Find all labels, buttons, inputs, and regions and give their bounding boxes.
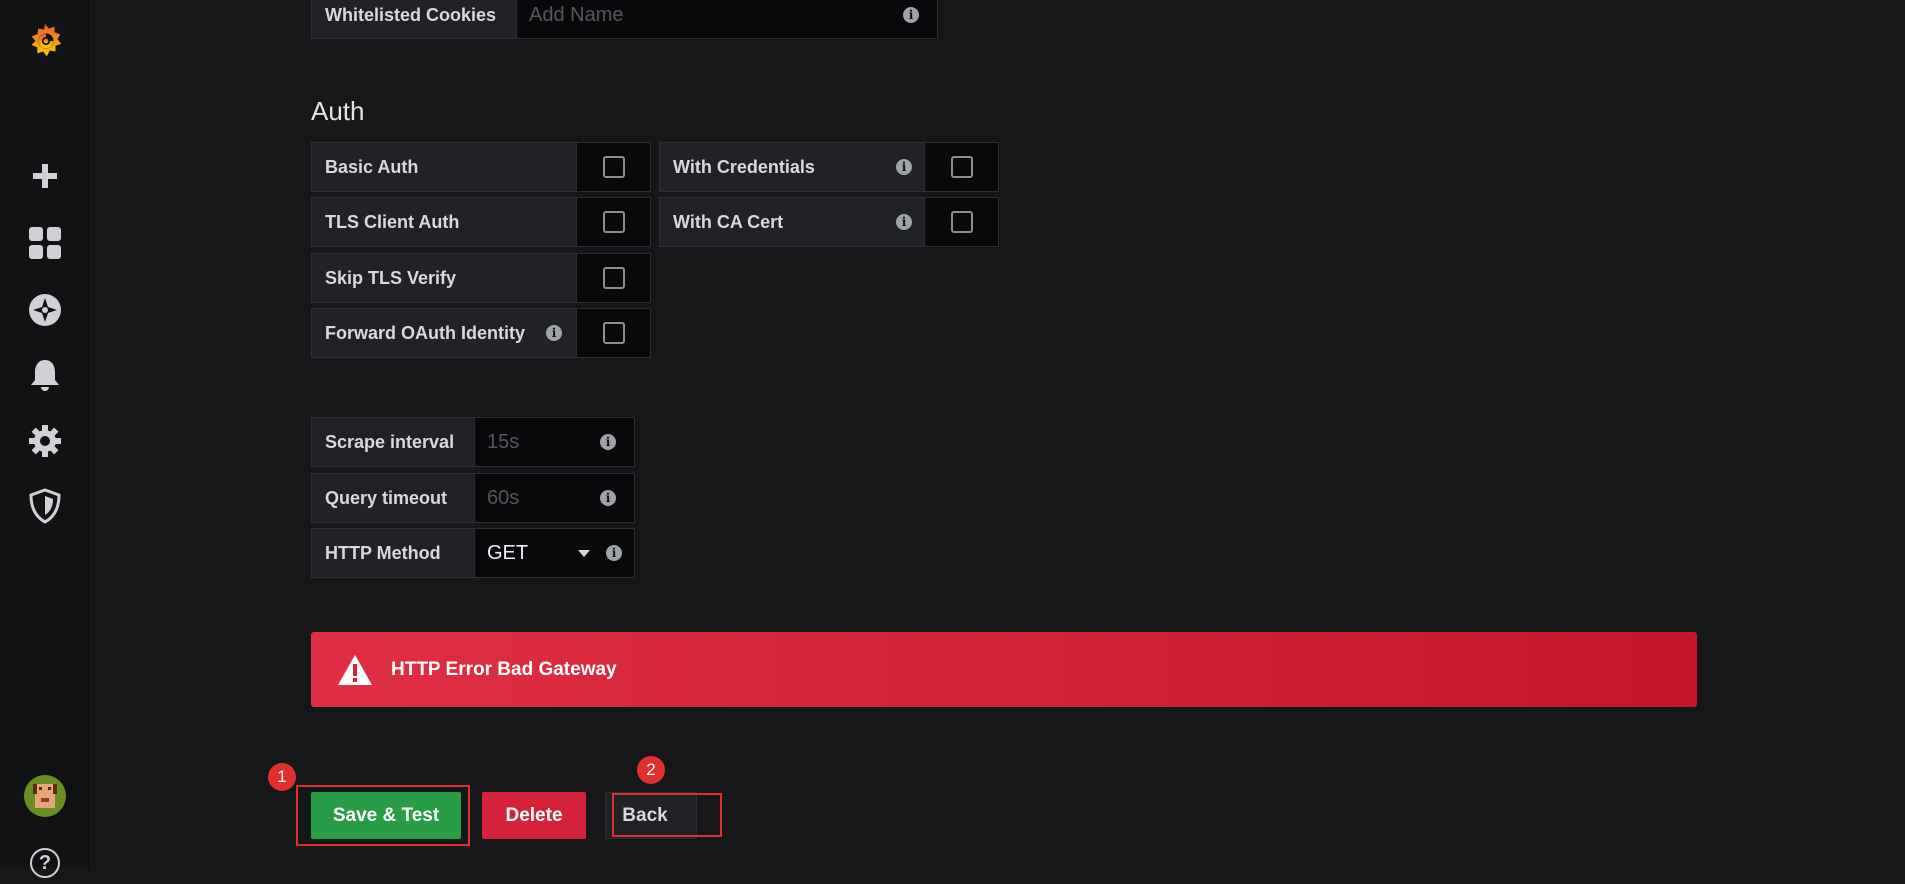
- alerting-bell-icon[interactable]: [24, 354, 66, 396]
- plus-icon[interactable]: [24, 155, 66, 197]
- info-icon: i: [903, 7, 919, 23]
- forward-oauth-label: Forward OAuth Identity i: [311, 308, 577, 358]
- basic-auth-label: Basic Auth: [311, 142, 577, 192]
- tls-client-auth-label: TLS Client Auth: [311, 197, 577, 247]
- skip-tls-verify-row: Skip TLS Verify: [311, 253, 651, 303]
- skip-tls-verify-label: Skip TLS Verify: [311, 253, 577, 303]
- help-icon[interactable]: ?: [24, 842, 66, 884]
- whitelisted-cookies-input[interactable]: Add Name i: [517, 0, 938, 39]
- auth-section-title: Auth: [311, 96, 365, 126]
- sidebar: ?: [0, 0, 89, 878]
- highlight-back: [612, 793, 722, 837]
- info-icon: i: [546, 325, 562, 341]
- whitelisted-cookies-label: Whitelisted Cookies: [311, 0, 517, 39]
- info-icon: i: [600, 434, 616, 450]
- delete-button[interactable]: Delete: [482, 792, 586, 839]
- query-timeout-label: Query timeout: [311, 473, 475, 523]
- scrape-interval-label: Scrape interval: [311, 417, 475, 467]
- grafana-logo-icon[interactable]: [24, 20, 66, 62]
- query-timeout-row: Query timeout 60s i: [311, 473, 635, 523]
- tls-client-auth-row: TLS Client Auth: [311, 197, 651, 247]
- configuration-gear-icon[interactable]: [24, 420, 66, 462]
- info-icon: i: [896, 159, 912, 175]
- error-alert-message: HTTP Error Bad Gateway: [391, 658, 617, 680]
- forward-oauth-checkbox[interactable]: [577, 308, 651, 358]
- skip-tls-verify-checkbox[interactable]: [577, 253, 651, 303]
- dashboards-icon[interactable]: [24, 222, 66, 264]
- annotation-badge-2: 2: [637, 756, 665, 784]
- basic-auth-row: Basic Auth: [311, 142, 651, 192]
- error-alert: HTTP Error Bad Gateway: [311, 632, 1697, 707]
- http-method-label: HTTP Method: [311, 528, 475, 578]
- with-credentials-label: With Credentials i: [659, 142, 925, 192]
- info-icon: i: [600, 490, 616, 506]
- with-ca-cert-label: With CA Cert i: [659, 197, 925, 247]
- with-credentials-row: With Credentials i: [659, 142, 999, 192]
- scrape-interval-row: Scrape interval 15s i: [311, 417, 635, 467]
- query-timeout-input[interactable]: 60s i: [475, 473, 635, 523]
- with-credentials-checkbox[interactable]: [925, 142, 999, 192]
- info-icon: i: [606, 545, 622, 561]
- server-admin-shield-icon[interactable]: [24, 485, 66, 527]
- caret-down-icon: [578, 550, 590, 557]
- with-ca-cert-checkbox[interactable]: [925, 197, 999, 247]
- forward-oauth-row: Forward OAuth Identity i: [311, 308, 651, 358]
- explore-compass-icon[interactable]: [24, 289, 66, 331]
- whitelisted-cookies-row: Whitelisted Cookies Add Name i: [311, 0, 938, 39]
- info-icon: i: [896, 214, 912, 230]
- with-ca-cert-row: With CA Cert i: [659, 197, 999, 247]
- tls-client-auth-checkbox[interactable]: [577, 197, 651, 247]
- basic-auth-checkbox[interactable]: [577, 142, 651, 192]
- annotation-badge-1: 1: [268, 763, 296, 791]
- scrape-interval-input[interactable]: 15s i: [475, 417, 635, 467]
- avatar-icon[interactable]: [24, 775, 66, 817]
- http-method-row: HTTP Method GET i: [311, 528, 635, 578]
- http-method-select[interactable]: GET i: [475, 528, 635, 578]
- highlight-save-test: [296, 785, 470, 846]
- warning-triangle-icon: [338, 654, 372, 685]
